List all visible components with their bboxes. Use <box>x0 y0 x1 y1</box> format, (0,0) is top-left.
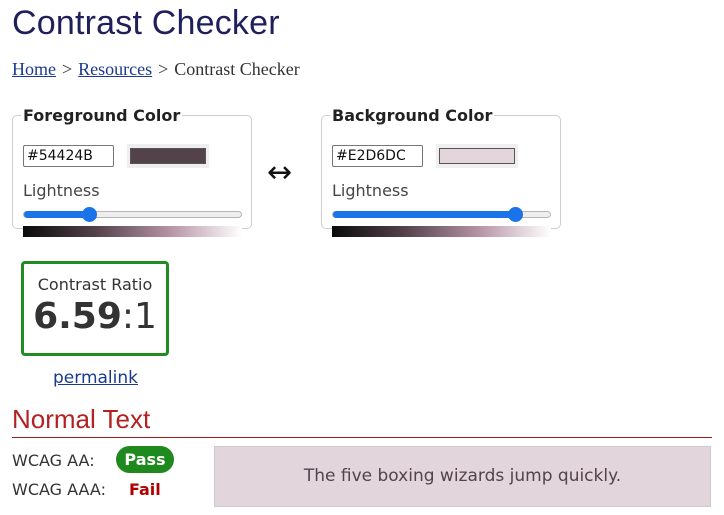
background-lightness-slider[interactable] <box>332 207 551 222</box>
foreground-lightness-label: Lightness <box>23 181 100 200</box>
contrast-ratio-box: Contrast Ratio 6.59:1 <box>21 261 169 356</box>
foreground-legend: Foreground Color <box>23 106 181 125</box>
normal-text-heading: Normal Text <box>12 404 151 434</box>
contrast-ratio-label: Contrast Ratio <box>37 275 153 294</box>
breadcrumb: Home > Resources > Contrast Checker <box>12 59 300 80</box>
contrast-ratio-number: 6.59 <box>33 296 122 337</box>
foreground-slider-thumb[interactable] <box>82 207 98 222</box>
contrast-ratio-suffix: :1 <box>121 296 157 337</box>
section-divider <box>12 437 712 438</box>
wcag-aa-label: WCAG AA: <box>12 451 95 470</box>
breadcrumb-separator: > <box>62 59 73 79</box>
foreground-color-panel: Foreground Color Lightness <box>12 106 252 237</box>
wcag-aaa-fail-badge: Fail <box>129 480 161 499</box>
breadcrumb-separator: > <box>158 59 169 79</box>
foreground-swatch <box>130 148 206 164</box>
wcag-aa-pass-badge: Pass <box>116 446 174 473</box>
page-title: Contrast Checker <box>12 4 280 42</box>
normal-text-sample: The five boxing wizards jump quickly. <box>214 446 711 507</box>
background-color-panel: Background Color Lightness <box>321 106 561 237</box>
foreground-lightness-gradient <box>23 226 242 237</box>
left-right-arrow-icon[interactable]: ↔ <box>267 158 292 188</box>
background-color-picker[interactable] <box>436 144 518 168</box>
background-slider-fill <box>333 211 516 218</box>
permalink-link[interactable]: permalink <box>53 368 138 388</box>
background-lightness-gradient <box>332 226 551 237</box>
foreground-slider-fill <box>24 211 90 218</box>
wcag-aaa-label: WCAG AAA: <box>12 480 106 499</box>
background-slider-thumb[interactable] <box>508 207 524 222</box>
breadcrumb-current: Contrast Checker <box>174 59 300 79</box>
foreground-hex-input[interactable] <box>23 145 114 167</box>
breadcrumb-resources-link[interactable]: Resources <box>78 59 152 79</box>
background-swatch <box>439 148 515 164</box>
contrast-ratio-value: 6.59:1 <box>24 296 166 337</box>
foreground-color-picker[interactable] <box>127 144 209 168</box>
background-hex-input[interactable] <box>332 145 423 167</box>
background-legend: Background Color <box>332 106 493 125</box>
foreground-lightness-slider[interactable] <box>23 207 242 222</box>
breadcrumb-home-link[interactable]: Home <box>12 59 56 79</box>
background-lightness-label: Lightness <box>332 181 409 200</box>
